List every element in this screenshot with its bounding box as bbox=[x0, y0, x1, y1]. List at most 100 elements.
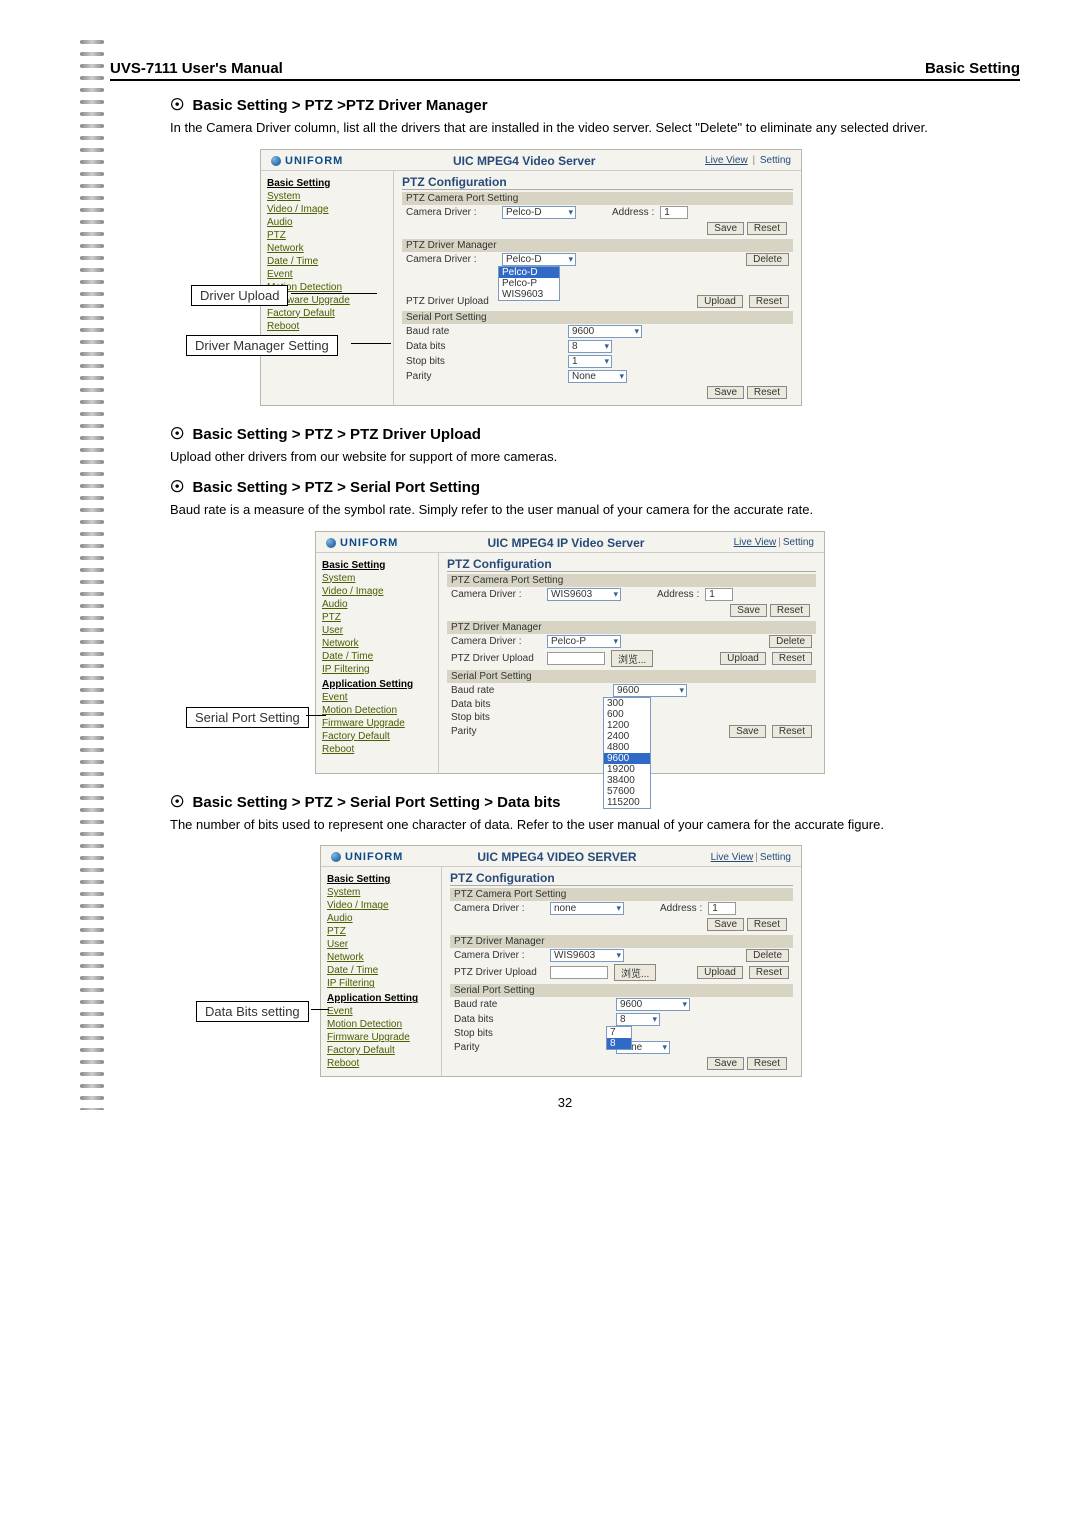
parity-select[interactable]: None bbox=[568, 370, 627, 383]
sidebar-item[interactable]: Reboot bbox=[322, 743, 432, 756]
address-input[interactable]: 1 bbox=[660, 206, 688, 219]
sidebar-item[interactable]: Reboot bbox=[267, 320, 387, 333]
sidebar-item[interactable]: Network bbox=[322, 637, 432, 650]
sidebar-item[interactable]: PTZ bbox=[322, 611, 432, 624]
sidebar-item[interactable]: Event bbox=[267, 268, 387, 281]
sidebar-item[interactable]: Network bbox=[327, 951, 435, 964]
sidebar-item[interactable]: Event bbox=[322, 691, 432, 704]
reset-button[interactable]: Reset bbox=[747, 222, 787, 235]
sidebar-item[interactable]: Audio bbox=[267, 216, 387, 229]
upload-button[interactable]: Upload bbox=[720, 652, 766, 665]
option[interactable]: 7 bbox=[607, 1027, 631, 1038]
live-view-link[interactable]: Live View bbox=[711, 852, 754, 863]
option[interactable]: 4800 bbox=[604, 742, 650, 753]
reset-button[interactable]: Reset bbox=[747, 386, 787, 399]
reset-button[interactable]: Reset bbox=[772, 652, 812, 665]
option[interactable]: 300 bbox=[604, 698, 650, 709]
baud-dropdown-open[interactable]: 300 600 1200 2400 4800 9600 19200 38400 … bbox=[603, 697, 651, 809]
option[interactable]: 600 bbox=[604, 709, 650, 720]
sidebar-item[interactable]: PTZ bbox=[327, 925, 435, 938]
camdriver-mgr-select[interactable]: Pelco-D bbox=[502, 253, 576, 266]
stopbits-select[interactable]: 1 bbox=[568, 355, 612, 368]
sidebar-item[interactable]: Date / Time bbox=[327, 964, 435, 977]
upload-path[interactable] bbox=[550, 966, 608, 979]
address-input[interactable]: 1 bbox=[708, 902, 736, 915]
sidebar-item[interactable]: System bbox=[267, 190, 387, 203]
delete-button[interactable]: Delete bbox=[769, 635, 812, 648]
option[interactable]: 2400 bbox=[604, 731, 650, 742]
sidebar-item[interactable]: Date / Time bbox=[322, 650, 432, 663]
sidebar-item[interactable]: Motion Detection bbox=[322, 704, 432, 717]
dropdown-open[interactable]: Pelco-D Pelco-P WIS9603 bbox=[498, 266, 560, 301]
sidebar-item[interactable]: PTZ bbox=[267, 229, 387, 242]
sidebar-item[interactable]: Factory Default bbox=[267, 307, 387, 320]
sidebar-item[interactable]: Firmware Upgrade bbox=[322, 717, 432, 730]
sidebar-basic-setting[interactable]: Basic Setting bbox=[267, 177, 387, 190]
option[interactable]: Pelco-P bbox=[499, 278, 559, 289]
baud-select[interactable]: 9600 bbox=[613, 684, 687, 697]
save-button[interactable]: Save bbox=[707, 386, 744, 399]
live-view-link[interactable]: Live View bbox=[705, 155, 748, 166]
sidebar-item[interactable]: Event bbox=[327, 1005, 435, 1018]
sidebar-item[interactable]: Motion Detection bbox=[327, 1018, 435, 1031]
sidebar-item[interactable]: System bbox=[322, 572, 432, 585]
camdriver-mgr-select[interactable]: Pelco-P bbox=[547, 635, 621, 648]
reset-button[interactable]: Reset bbox=[772, 725, 812, 738]
camdriver-port-select[interactable]: Pelco-D bbox=[502, 206, 576, 219]
sidebar-item[interactable]: Audio bbox=[327, 912, 435, 925]
option[interactable]: 38400 bbox=[604, 775, 650, 786]
option[interactable]: 1200 bbox=[604, 720, 650, 731]
camdriver-port-select[interactable]: none bbox=[550, 902, 624, 915]
reset-button[interactable]: Reset bbox=[749, 966, 789, 979]
sidebar-item[interactable]: System bbox=[327, 886, 435, 899]
save-button[interactable]: Save bbox=[707, 918, 744, 931]
upload-button[interactable]: Upload bbox=[697, 295, 743, 308]
delete-button[interactable]: Delete bbox=[746, 949, 789, 962]
sidebar-item[interactable]: IP Filtering bbox=[322, 663, 432, 676]
save-button[interactable]: Save bbox=[707, 222, 744, 235]
sidebar-item[interactable]: Network bbox=[267, 242, 387, 255]
camdriver-port-select[interactable]: WIS9603 bbox=[547, 588, 621, 601]
sidebar-item[interactable]: Factory Default bbox=[327, 1044, 435, 1057]
sidebar-basic-setting[interactable]: Basic Setting bbox=[322, 559, 432, 572]
sidebar-item[interactable]: Video / Image bbox=[267, 203, 387, 216]
sidebar-basic-setting[interactable]: Basic Setting bbox=[327, 873, 435, 886]
baud-select[interactable]: 9600 bbox=[616, 998, 690, 1011]
option[interactable]: 9600 bbox=[604, 753, 650, 764]
delete-button[interactable]: Delete bbox=[746, 253, 789, 266]
databits-select[interactable]: 8 bbox=[616, 1013, 660, 1026]
sidebar-app-setting[interactable]: Application Setting bbox=[327, 992, 435, 1005]
baud-select[interactable]: 9600 bbox=[568, 325, 642, 338]
reset-button[interactable]: Reset bbox=[747, 1057, 787, 1070]
sidebar-item[interactable]: Video / Image bbox=[327, 899, 435, 912]
option[interactable]: WIS9603 bbox=[499, 289, 559, 300]
reset-button[interactable]: Reset bbox=[749, 295, 789, 308]
option[interactable]: 115200 bbox=[604, 797, 650, 808]
sidebar-item[interactable]: IP Filtering bbox=[327, 977, 435, 990]
reset-button[interactable]: Reset bbox=[747, 918, 787, 931]
sidebar-item[interactable]: Video / Image bbox=[322, 585, 432, 598]
sidebar-item[interactable]: User bbox=[327, 938, 435, 951]
setting-link[interactable]: Setting bbox=[760, 852, 791, 863]
sidebar-item[interactable]: User bbox=[322, 624, 432, 637]
reset-button[interactable]: Reset bbox=[770, 604, 810, 617]
databits-dropdown-open[interactable]: 7 8 bbox=[606, 1026, 632, 1050]
address-input[interactable]: 1 bbox=[705, 588, 733, 601]
browse-button[interactable]: 浏览... bbox=[614, 964, 656, 981]
live-view-link[interactable]: Live View bbox=[734, 537, 777, 548]
sidebar-item[interactable]: Firmware Upgrade bbox=[327, 1031, 435, 1044]
databits-select[interactable]: 8 bbox=[568, 340, 612, 353]
setting-link[interactable]: Setting bbox=[760, 155, 791, 166]
option[interactable]: 8 bbox=[607, 1038, 631, 1049]
browse-button[interactable]: 浏览... bbox=[611, 650, 653, 667]
camdriver-mgr-select[interactable]: WIS9603 bbox=[550, 949, 624, 962]
save-button[interactable]: Save bbox=[707, 1057, 744, 1070]
sidebar-app-setting[interactable]: Application Setting bbox=[322, 678, 432, 691]
sidebar-item[interactable]: Audio bbox=[322, 598, 432, 611]
sidebar-item[interactable]: Reboot bbox=[327, 1057, 435, 1070]
upload-path[interactable] bbox=[547, 652, 605, 665]
upload-button[interactable]: Upload bbox=[697, 966, 743, 979]
option[interactable]: 19200 bbox=[604, 764, 650, 775]
sidebar-item[interactable]: Factory Default bbox=[322, 730, 432, 743]
save-button[interactable]: Save bbox=[729, 725, 766, 738]
